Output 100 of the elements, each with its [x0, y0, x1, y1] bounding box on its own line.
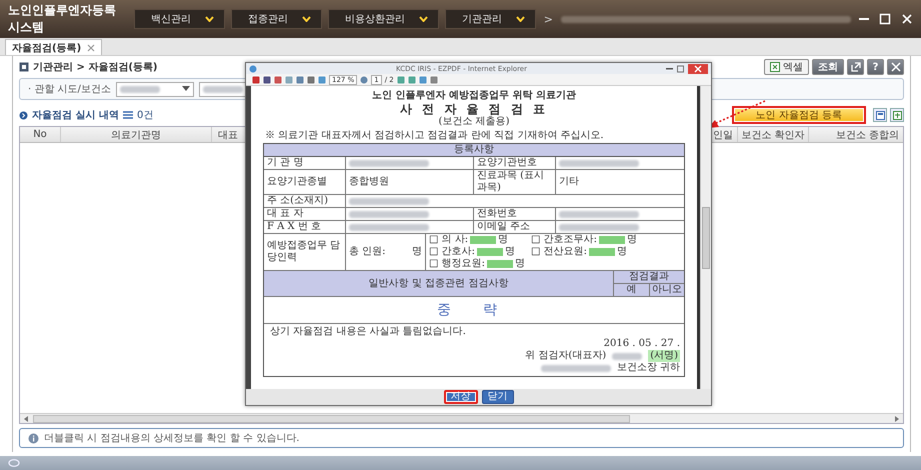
minimize-icon — [666, 68, 673, 70]
column-header: 의료기관명 — [111, 128, 161, 142]
province-select[interactable] — [116, 82, 194, 96]
menu-dropdown[interactable]: 접종관리 — [230, 9, 322, 29]
close-icon — [901, 13, 913, 25]
form-label: 진료과목 (표시과목) — [474, 170, 556, 194]
app-title: 노인인플루엔자등록 시스템 — [8, 2, 117, 36]
path-separator: > — [544, 12, 553, 26]
column-header: 보건소 종합의 — [836, 128, 899, 142]
export-button[interactable] — [890, 108, 904, 122]
redacted-text — [202, 86, 243, 92]
filled-block — [477, 248, 503, 256]
filled-block — [487, 260, 513, 268]
form-value: 기타 — [558, 175, 580, 189]
column-header: 대표 — [218, 128, 238, 142]
form-value: 종합병원 — [346, 170, 474, 194]
unit-text: 명 — [617, 246, 627, 258]
window-icon — [876, 110, 884, 120]
caret-icon — [418, 16, 428, 22]
toolbar-icon — [360, 76, 368, 84]
filled-block — [589, 248, 615, 256]
form-label: □ 간호사: — [429, 246, 475, 258]
help-button[interactable]: ? — [867, 59, 884, 75]
excel-button[interactable]: 엑셀 — [764, 59, 809, 75]
form-label: 총 인원: — [349, 246, 386, 258]
form-section-header: 일반사항 및 접종관련 점검사항 — [264, 271, 614, 296]
close-button[interactable] — [887, 59, 904, 75]
popout-icon — [850, 62, 860, 72]
unit-text: 명 — [412, 246, 422, 258]
caret-icon — [302, 16, 311, 22]
redacted-text — [120, 86, 160, 92]
form-label: □ 의 사: — [429, 234, 468, 246]
tab[interactable]: 자율점검(등록) — [5, 39, 102, 55]
maximize-icon — [676, 64, 685, 72]
document-heading: (보건소 제출용) — [438, 116, 510, 128]
signer-label: 위 점검자(대표자) — [525, 350, 606, 362]
column-header: 보건소 확인자 — [741, 128, 805, 142]
vertical-scrollbar[interactable] — [700, 86, 711, 389]
menu-dropdown[interactable]: 백신관리 — [134, 9, 225, 29]
form-label: 예방접종업무 담당인력 — [264, 234, 346, 270]
popout-button[interactable] — [847, 59, 864, 75]
close-icon — [87, 44, 96, 52]
dropdown-icon — [182, 86, 190, 92]
filled-block — [470, 236, 496, 244]
document-heading: 노인 인플루엔자 예방접종업무 위탁 의료기관 — [372, 90, 576, 102]
form-label: 대 표 자 — [264, 208, 346, 220]
form-section-header: 등록사항 — [264, 144, 684, 157]
unit-text: 명 — [498, 234, 508, 246]
record-count: 0건 — [136, 109, 154, 122]
form-label: 요양기관번호 — [474, 157, 556, 169]
info-icon — [28, 432, 39, 444]
document-note: ※ 의료기관 대표자께서 점검하시고 점검결과 란에 직접 기재하여 주십시오. — [265, 130, 604, 142]
addressee-text: 보건소장 귀하 — [616, 362, 680, 374]
form-label: 요양기관종별 — [264, 170, 346, 194]
unit-text: 명 — [515, 258, 525, 270]
spreadsheet-icon — [770, 62, 780, 72]
form-label: 전화번호 — [474, 208, 556, 220]
redacted-text — [540, 364, 611, 372]
form-section-header: 아니오 — [650, 284, 683, 296]
breadcrumb: 기관관리 > 자율점검(등록) — [33, 61, 158, 74]
date-text: 2016 . 05 . 27 . — [604, 338, 680, 350]
scroll-right-icon — [894, 416, 900, 422]
bullet-icon — [19, 110, 28, 120]
form-section-header: 예 — [614, 284, 650, 296]
form-label: □ 행정요원: — [429, 258, 485, 270]
form-label: □ 전산요원: — [531, 246, 587, 258]
section-title: 자율점검 실시 내역 — [32, 109, 119, 122]
maximize-icon — [879, 13, 891, 25]
browser-icon — [249, 64, 257, 72]
filter-label: · 관할 시도/보건소 — [28, 83, 111, 96]
unit-text: 명 — [627, 234, 637, 246]
column-header: 인일 — [713, 128, 733, 142]
close-button[interactable] — [688, 64, 708, 74]
square-icon — [19, 62, 29, 72]
scroll-left-icon — [23, 416, 29, 422]
dialog-button[interactable]: 닫기 — [482, 390, 514, 404]
form-label: □ 간호조무사: — [531, 234, 597, 246]
grid-button[interactable] — [873, 108, 887, 122]
minimize-icon — [859, 18, 869, 20]
omitted-text: 중 략 — [436, 304, 512, 316]
filled-block — [599, 236, 625, 244]
caret-icon — [516, 16, 525, 22]
register-button[interactable]: 노인 자율점검 등록 — [732, 106, 866, 124]
redacted-text — [612, 352, 642, 360]
close-icon — [890, 62, 900, 72]
form-label: 기 관 명 — [264, 157, 346, 169]
column-header: No — [33, 129, 47, 140]
form-section-header: 점검결과 — [614, 271, 684, 284]
statement-text: 상기 자율점검 내용은 사실과 틀림없습니다. — [270, 326, 467, 338]
close-icon — [694, 64, 702, 72]
form-label: 이메일 주소 — [474, 221, 556, 233]
search-button[interactable]: 조회 — [812, 59, 844, 75]
chat-icon — [8, 458, 20, 468]
menu-dropdown[interactable]: 비용상환관리 — [328, 9, 439, 29]
menu-dropdown[interactable]: 기관관리 — [444, 9, 536, 29]
spreadsheet-icon — [892, 110, 902, 120]
unit-text: 명 — [505, 246, 515, 258]
document-heading: 사 전 자 율 점 검 표 — [400, 102, 548, 116]
info-text: 더블클릭 시 점검내용의 상세정보를 확인 할 수 있습니다. — [44, 432, 300, 445]
form-label: 주 소(소재지) — [264, 195, 346, 207]
